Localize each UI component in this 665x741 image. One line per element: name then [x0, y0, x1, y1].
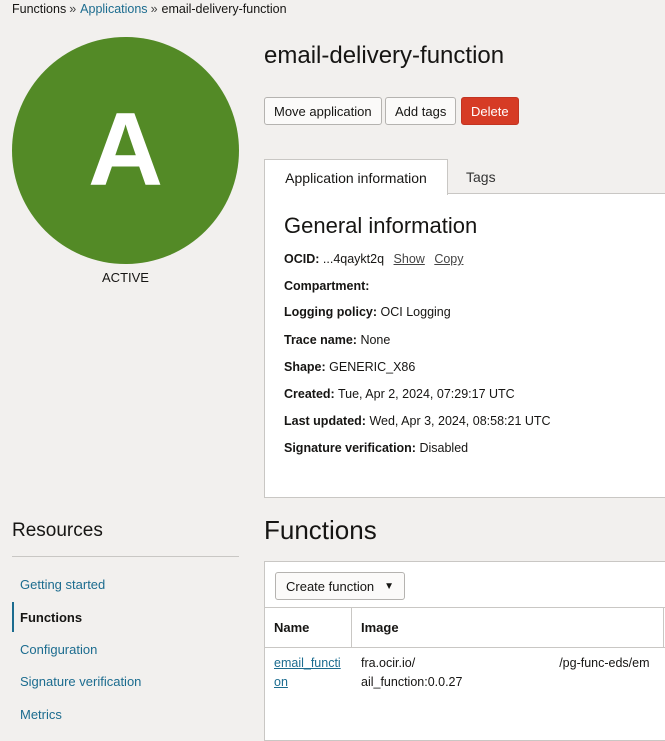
- general-information-panel: General information OCID: ...4qaykt2q Sh…: [264, 193, 665, 498]
- general-information-heading: General information: [284, 213, 478, 238]
- breadcrumb-separator: »: [150, 2, 158, 16]
- column-divider: [663, 608, 664, 647]
- move-application-button[interactable]: Move application: [264, 97, 382, 125]
- signature-value: Disabled: [419, 441, 469, 455]
- updated-row: Last updated: Wed, Apr 3, 2024, 08:58:21…: [284, 414, 551, 428]
- trace-row: Trace name: None: [284, 333, 390, 347]
- trace-value: None: [360, 333, 391, 347]
- column-divider: [351, 608, 352, 647]
- page-title: email-delivery-function: [264, 42, 505, 69]
- shape-value: GENERIC_X86: [329, 360, 416, 374]
- ocid-copy-link[interactable]: Copy: [434, 252, 463, 266]
- breadcrumb-applications-link[interactable]: Applications: [80, 2, 147, 16]
- column-header-image[interactable]: Image: [361, 608, 399, 647]
- functions-title: Functions: [264, 515, 377, 545]
- function-name-line[interactable]: on: [274, 673, 341, 692]
- breadcrumb: Functions» Applications» email-delivery-fu…: [12, 2, 287, 16]
- resources-divider: [12, 556, 239, 557]
- table-header: Name Image: [265, 607, 665, 648]
- image-registry: fra.ocir.io/: [361, 656, 416, 670]
- create-function-label: Create function: [286, 578, 375, 594]
- resource-configuration[interactable]: Configuration: [12, 634, 239, 664]
- function-image: fra.ocir.io/ /pg-func-eds/em ail_function…: [361, 654, 650, 692]
- image-repo: /pg-func-eds/em: [559, 656, 650, 670]
- updated-value: Wed, Apr 3, 2024, 08:58:21 UTC: [369, 414, 551, 428]
- tab-tags[interactable]: Tags: [466, 159, 496, 194]
- resources-title: Resources: [12, 520, 103, 541]
- add-tags-button[interactable]: Add tags: [385, 97, 457, 125]
- logging-label: Logging policy:: [284, 305, 378, 319]
- created-value: Tue, Apr 2, 2024, 07:29:17 UTC: [337, 387, 515, 401]
- breadcrumb-current: email-delivery-function: [161, 2, 287, 16]
- function-image-line: ail_function:0.0.27: [361, 675, 463, 689]
- signature-label: Signature verification:: [284, 441, 416, 455]
- create-function-button[interactable]: Create function ▼: [275, 572, 406, 600]
- breadcrumb-functions: Functions: [12, 2, 67, 16]
- resource-functions[interactable]: Functions: [12, 602, 239, 632]
- resource-signature-verification[interactable]: Signature verification: [12, 666, 239, 696]
- compartment-row: Compartment:: [284, 279, 369, 293]
- ocid-value: ...4qaykt2q: [322, 252, 385, 266]
- column-header-name[interactable]: Name: [274, 608, 309, 647]
- updated-label: Last updated:: [284, 414, 366, 428]
- shape-label: Shape:: [284, 360, 326, 374]
- breadcrumb-separator: »: [69, 2, 77, 16]
- tab-application-information[interactable]: Application information: [264, 159, 448, 195]
- compartment-label: Compartment:: [284, 279, 370, 293]
- functions-table-panel: Create function ▼ Name Image email_funct…: [264, 561, 665, 741]
- ocid-label: OCID:: [284, 252, 320, 266]
- status-label: ACTIVE: [102, 270, 149, 285]
- resource-metrics[interactable]: Metrics: [12, 699, 239, 729]
- trace-label: Trace name:: [284, 333, 357, 347]
- logging-row: Logging policy: OCI Logging: [284, 305, 451, 319]
- ocid-show-link[interactable]: Show: [394, 252, 425, 266]
- created-label: Created:: [284, 387, 335, 401]
- signature-row: Signature verification: Disabled: [284, 441, 468, 455]
- shape-row: Shape: GENERIC_X86: [284, 360, 415, 374]
- delete-button[interactable]: Delete: [461, 97, 519, 125]
- avatar-letter: A: [87, 92, 164, 208]
- function-name-line[interactable]: email_functi: [274, 654, 341, 673]
- function-name-link[interactable]: email_functi on: [274, 654, 341, 692]
- created-row: Created: Tue, Apr 2, 2024, 07:29:17 UTC: [284, 387, 515, 401]
- chevron-down-icon: ▼: [384, 580, 395, 592]
- resource-getting-started[interactable]: Getting started: [12, 569, 239, 599]
- ocid-row: OCID: ...4qaykt2q Show Copy: [284, 252, 464, 266]
- function-image-line: fra.ocir.io/ /pg-func-eds/em: [361, 654, 650, 673]
- logging-value: OCI Logging: [380, 305, 451, 319]
- avatar: A: [12, 37, 239, 264]
